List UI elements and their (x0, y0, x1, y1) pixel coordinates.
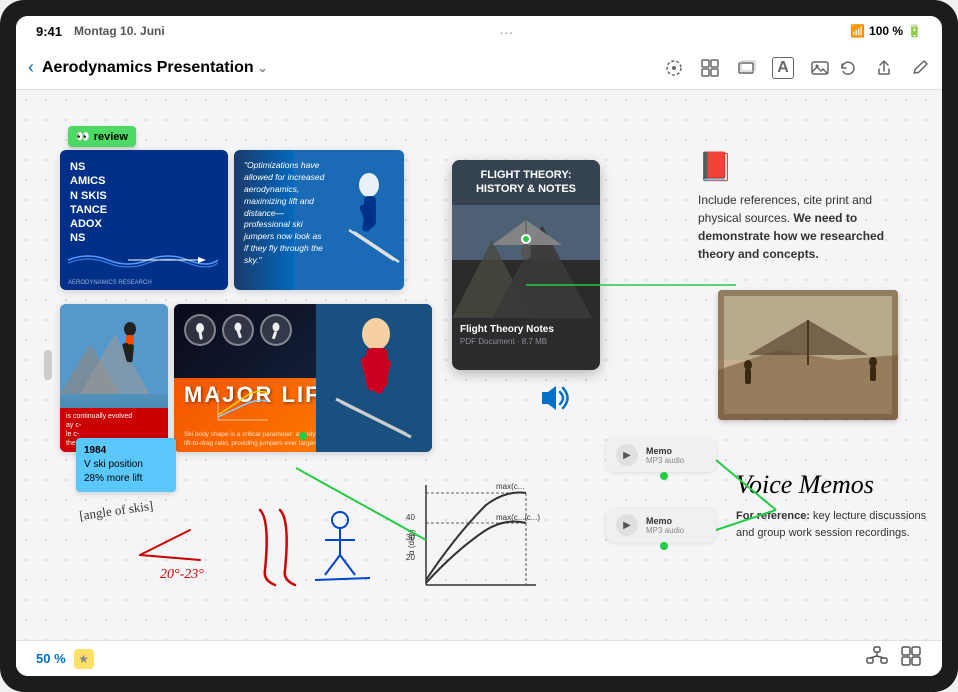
memo1-label: Memo (646, 446, 684, 456)
pdf-cover: FLIGHT THEORY: HISTORY & NOTES (452, 160, 600, 318)
ski-icon-1 (184, 314, 216, 346)
status-bar: 9:41 Montag 10. Juni ... 📶 100 % 🔋 (16, 16, 942, 46)
ipad-frame: 9:41 Montag 10. Juni ... 📶 100 % 🔋 ‹ Aer… (0, 0, 958, 692)
voice-memos-text: For reference: key lecture discussions a… (736, 508, 936, 541)
svg-text:max(c...: max(c... (496, 482, 524, 491)
svg-text:max(c.../c...): max(c.../c...) (496, 513, 540, 522)
share-button[interactable] (874, 58, 894, 78)
memo1-type: MP3 audio (646, 456, 684, 465)
svg-text:[angle of skis]: [angle of skis] (78, 498, 154, 523)
stack-button[interactable] (736, 58, 756, 78)
green-dot-memo2 (660, 542, 668, 550)
slide-major-lift[interactable]: MAJOR LIFT Ski body shape is a critical … (174, 304, 432, 452)
pdf-info: Flight Theory Notes PDF Document · 8.7 M… (452, 318, 600, 352)
green-dot-pdf (521, 234, 531, 244)
references-note: 📕 Include references, cite print and phy… (698, 150, 898, 263)
canvas-area[interactable]: 👀 review NS AMICS N SKIS TANCE ADOX NS (16, 90, 942, 640)
handwriting-svg: [angle of skis] 20°-23° (60, 490, 400, 610)
sticky-position: V ski position (84, 458, 168, 472)
blue-sticky-note[interactable]: 1984 V ski position 28% more lift (76, 438, 176, 492)
status-day: Montag 10. Juni (74, 24, 165, 38)
book-icon: 📕 (698, 150, 898, 183)
ski-icon-2 (222, 314, 254, 346)
ipad-screen: 9:41 Montag 10. Juni ... 📶 100 % 🔋 ‹ Aer… (16, 16, 942, 676)
svg-text:20°-23°: 20°-23° (160, 567, 204, 582)
chart-svg: 40 30 20 α (deg) max(c... max(c.../c...) (406, 475, 546, 605)
voice-memos-section: Voice Memos For reference: key lecture d… (736, 470, 936, 541)
memo-item-1[interactable]: ▶ Memo MP3 audio (606, 438, 716, 472)
slide1-text: NS AMICS N SKIS TANCE ADOX NS (70, 160, 218, 246)
battery-icon: 🔋 (907, 24, 922, 38)
slide3-content: is continually evolveday c-le c-ther (60, 304, 168, 452)
slide-aerodynamics[interactable]: NS AMICS N SKIS TANCE ADOX NS AERODYNAMI… (60, 150, 228, 290)
wave-graphic (68, 250, 218, 270)
slide-quote[interactable]: "Optimizations have allowed for increase… (234, 150, 404, 290)
memo2-type: MP3 audio (646, 526, 684, 535)
play-button-2[interactable]: ▶ (616, 514, 638, 536)
green-dot-memo1 (660, 472, 668, 480)
back-button[interactable]: ‹ (28, 57, 34, 78)
ski-icon-3 (260, 314, 292, 346)
image-button[interactable] (810, 58, 830, 78)
bottom-toolbar: 50 % ★ (16, 640, 942, 676)
battery-text: 100 % (869, 24, 903, 38)
historical-photo (718, 290, 898, 420)
lasso-tool-button[interactable] (664, 58, 684, 78)
grid-view-button[interactable] (700, 58, 720, 78)
play-button-1[interactable]: ▶ (616, 444, 638, 466)
pdf-title: FLIGHT THEORY: HISTORY & NOTES (452, 160, 600, 205)
pdf-meta: PDF Document · 8.7 MB (460, 337, 592, 346)
pdf-card[interactable]: FLIGHT THEORY: HISTORY & NOTES Flight Th… (452, 160, 600, 370)
svg-text:40: 40 (406, 513, 415, 522)
wifi-icon: 📶 (850, 24, 865, 38)
text-button[interactable]: A (772, 57, 794, 79)
star-badge: ★ (74, 649, 94, 669)
slide-red[interactable]: is continually evolveday c-le c-ther (60, 304, 168, 452)
slide2-quote-text: "Optimizations have allowed for increase… (234, 150, 336, 277)
slide1-footer: AERODYNAMICS RESEARCH (68, 280, 152, 286)
title-chevron: ⌄ (258, 61, 268, 75)
sticky-lift: 28% more lift (84, 472, 168, 486)
review-emoji: 👀 (76, 130, 90, 143)
review-sticky[interactable]: 👀 review (68, 126, 136, 147)
pdf-filename: Flight Theory Notes (460, 324, 592, 335)
zoom-level[interactable]: 50 % (36, 651, 66, 666)
note-text: Include references, cite print and physi… (698, 191, 898, 263)
history-button[interactable] (838, 58, 858, 78)
status-dots: ... (500, 26, 514, 37)
green-dot-slide4 (299, 432, 307, 440)
edit-button[interactable] (910, 58, 930, 78)
voice-memos-title: Voice Memos (736, 470, 936, 500)
grid-view-bottom-button[interactable] (900, 645, 922, 672)
back-chevron: ‹ (28, 57, 34, 78)
document-title: Aerodynamics Presentation (42, 59, 254, 77)
review-label: review (94, 131, 128, 143)
speaker-icon (536, 380, 572, 424)
scroll-indicator (44, 350, 52, 380)
status-time: 9:41 (36, 24, 62, 39)
memo-item-2[interactable]: ▶ Memo MP3 audio (606, 508, 716, 542)
toolbar: ‹ Aerodynamics Presentation ⌄ A (16, 46, 942, 90)
svg-text:α (deg): α (deg) (407, 529, 416, 555)
skier-photo (316, 304, 432, 452)
memo2-label: Memo (646, 516, 684, 526)
hierarchy-button[interactable] (866, 645, 888, 672)
sticky-year: 1984 (84, 444, 168, 458)
